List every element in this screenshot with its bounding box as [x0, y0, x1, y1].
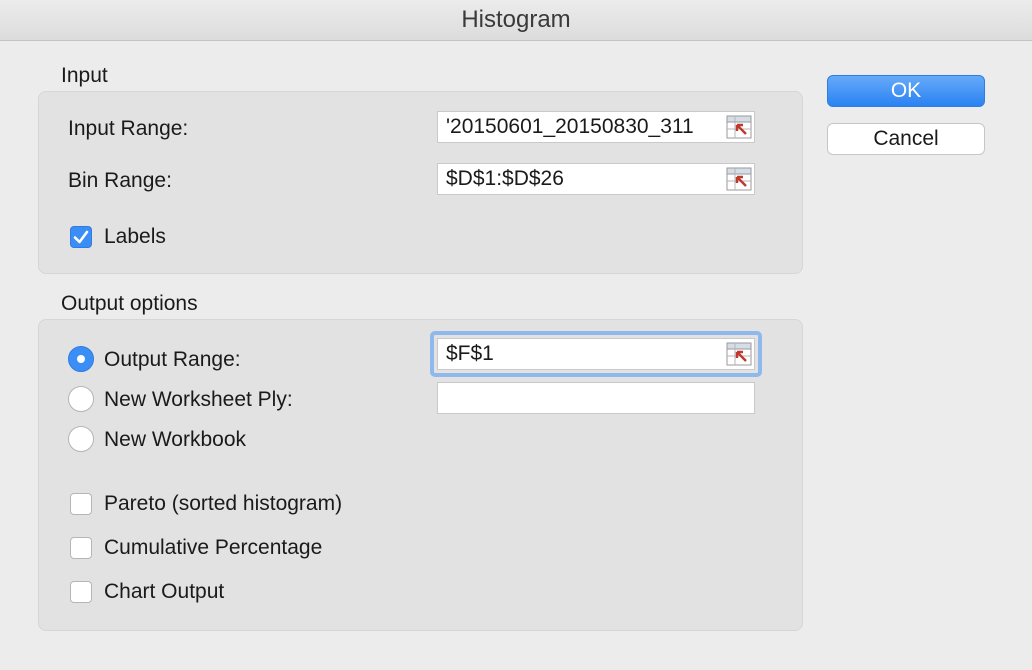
dialog-title: Histogram [0, 0, 1032, 41]
output-range-label: Output Range: [104, 348, 241, 371]
labels-checkbox-label: Labels [104, 225, 166, 248]
new-workbook-radio[interactable] [68, 426, 94, 452]
cancel-button[interactable]: Cancel [827, 123, 985, 155]
input-range-value: '20150601_20150830_311 [446, 115, 694, 138]
range-select-icon[interactable] [726, 115, 752, 139]
new-worksheet-ply-radio[interactable] [68, 386, 94, 412]
output-range-field[interactable]: $F$1 [437, 338, 755, 370]
bin-range-field[interactable]: $D$1:$D$26 [437, 163, 755, 195]
checkmark-icon [73, 230, 89, 244]
input-section-label: Input [61, 64, 108, 87]
dialog-title-text: Histogram [461, 6, 571, 33]
range-select-icon[interactable] [726, 167, 752, 191]
new-worksheet-ply-field[interactable] [437, 382, 755, 414]
cumulative-percentage-checkbox[interactable] [70, 537, 92, 559]
new-workbook-label: New Workbook [104, 428, 246, 451]
chart-output-label: Chart Output [104, 580, 225, 603]
cumulative-percentage-label: Cumulative Percentage [104, 536, 323, 559]
chart-output-checkbox[interactable] [70, 581, 92, 603]
output-range-radio[interactable] [68, 346, 94, 372]
bin-range-value: $D$1:$D$26 [446, 167, 564, 190]
pareto-checkbox[interactable] [70, 493, 92, 515]
input-range-field[interactable]: '20150601_20150830_311 [437, 111, 755, 143]
ok-button[interactable]: OK [827, 75, 985, 107]
output-range-value: $F$1 [446, 342, 494, 365]
labels-checkbox[interactable] [70, 226, 92, 248]
output-section-label: Output options [61, 292, 198, 315]
bin-range-label: Bin Range: [68, 169, 172, 192]
pareto-label: Pareto (sorted histogram) [104, 492, 343, 515]
new-worksheet-ply-label: New Worksheet Ply: [104, 388, 293, 411]
input-range-label: Input Range: [68, 117, 189, 140]
range-select-icon[interactable] [726, 342, 752, 366]
